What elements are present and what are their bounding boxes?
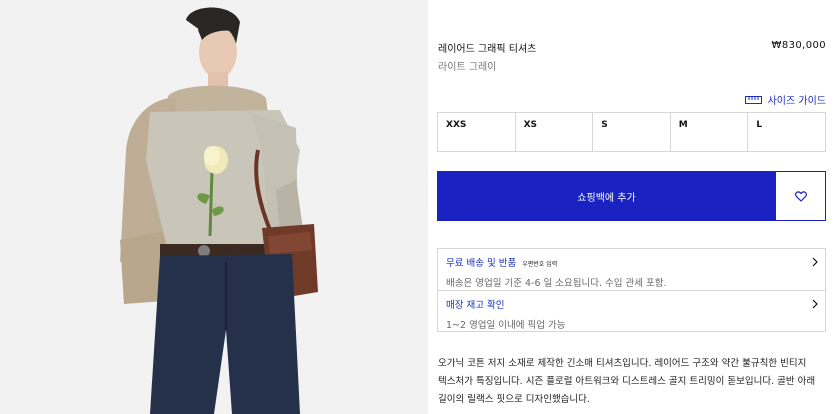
chevron-right-icon xyxy=(812,257,818,267)
size-option-l[interactable]: L xyxy=(748,113,826,152)
cart-actions: 쇼핑백에 추가 xyxy=(437,171,826,221)
store-stock-text: 1~2 영업일 이내에 픽업 가능 xyxy=(446,320,566,331)
product-description: 오가닉 코튼 저지 소재로 제작한 긴소매 티셔츠입니다. 레이어드 구조와 약… xyxy=(438,358,816,405)
model-illustration xyxy=(0,0,428,414)
product-image xyxy=(0,0,428,414)
shipping-title: 무료 배송 및 반품 xyxy=(446,258,517,269)
product-details-panel: 레이어드 그래픽 티셔츠 ₩830,000 라이트 그레이 사이즈 가이드 XX… xyxy=(428,0,835,414)
size-option-xs[interactable]: XS xyxy=(515,113,594,152)
size-guide-label: 사이즈 가이드 xyxy=(767,96,826,107)
size-guide-link[interactable]: 사이즈 가이드 xyxy=(744,92,826,107)
heart-icon xyxy=(794,190,807,202)
size-option-s[interactable]: S xyxy=(593,113,671,152)
size-option-m[interactable]: M xyxy=(670,113,749,152)
product-title: 레이어드 그래픽 티셔츠 xyxy=(438,44,537,55)
delivery-info-box: 무료 배송 및 반품 우편번호 입력 배송은 영업일 기준 4-6 일 소요됩니… xyxy=(437,248,826,332)
store-stock-row[interactable]: 매장 재고 확인 1~2 영업일 이내에 픽업 가능 xyxy=(438,290,825,331)
chevron-right-icon xyxy=(812,299,818,309)
product-color: 라이트 그레이 xyxy=(438,62,497,73)
shipping-text: 배송은 영업일 기준 4-6 일 소요됩니다. 수입 관세 포함. xyxy=(446,278,667,289)
product-price: ₩830,000 xyxy=(771,40,826,51)
ruler-icon xyxy=(744,95,762,104)
wishlist-button[interactable] xyxy=(776,171,826,221)
zip-code-link[interactable]: 우편번호 입력 xyxy=(522,259,557,268)
store-stock-title: 매장 재고 확인 xyxy=(446,300,505,311)
add-to-bag-button[interactable]: 쇼핑백에 추가 xyxy=(437,171,776,221)
shipping-returns-row[interactable]: 무료 배송 및 반품 우편번호 입력 배송은 영업일 기준 4-6 일 소요됩니… xyxy=(438,249,825,290)
size-selector: XXS XS S M L xyxy=(437,112,826,152)
size-option-xxs[interactable]: XXS xyxy=(438,113,516,152)
